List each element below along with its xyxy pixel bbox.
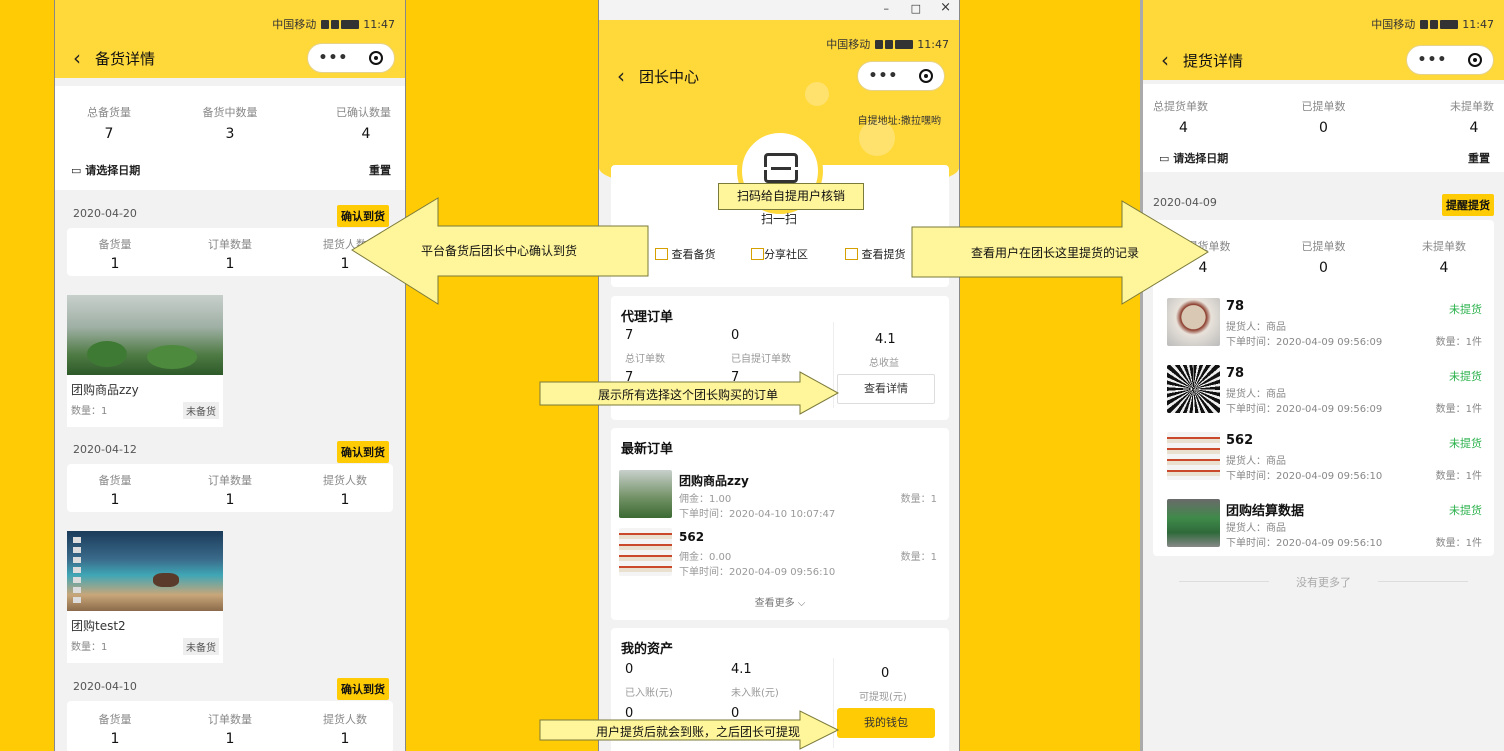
- scan-callout: 扫码给自提用户核销: [718, 183, 864, 210]
- left-arrow-callout: 平台备货后团长中心确认到货: [420, 244, 577, 258]
- orders-callout: 展示所有选择这个团长购买的订单: [597, 388, 778, 402]
- wallet-callout: 用户提货后就会到账，之后团长可提现: [595, 725, 800, 739]
- annotation-layer: [351, 197, 1209, 750]
- right-arrow-callout: 查看用户在团长这里提货的记录: [970, 246, 1139, 260]
